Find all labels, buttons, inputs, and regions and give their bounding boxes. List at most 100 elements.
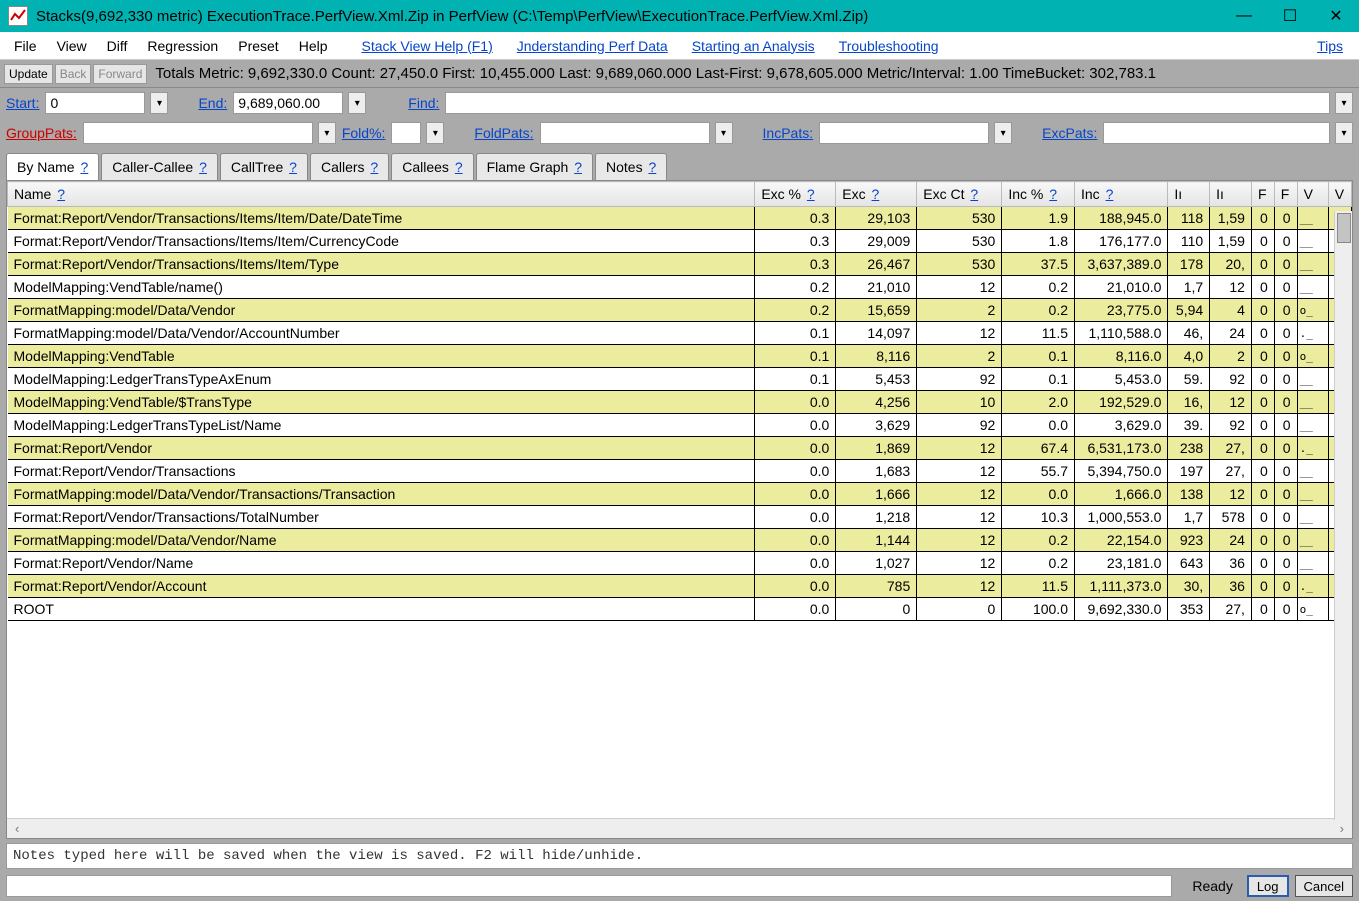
help-icon[interactable]: ?: [57, 186, 65, 202]
col-exc-pct[interactable]: Exc % ?: [755, 182, 836, 207]
maximize-button[interactable]: ☐: [1267, 0, 1313, 32]
table-row[interactable]: ROOT0.000100.09,692,330.035327,00o_: [8, 598, 1352, 621]
foldpats-label[interactable]: FoldPats:: [474, 125, 533, 141]
table-row[interactable]: Format:Report/Vendor/Transactions/TotalN…: [8, 506, 1352, 529]
start-dropdown[interactable]: ▾: [150, 92, 168, 114]
table-row[interactable]: ModelMapping:VendTable/$TransType0.04,25…: [8, 391, 1352, 414]
table-row[interactable]: ModelMapping:LedgerTransTypeAxEnum0.15,4…: [8, 368, 1352, 391]
menu-view[interactable]: View: [47, 38, 97, 54]
col-6[interactable]: Iı: [1168, 182, 1210, 207]
col-name[interactable]: Name ?: [8, 182, 755, 207]
tab-by-name[interactable]: By Name ?: [6, 153, 99, 180]
excpats-input[interactable]: [1103, 122, 1330, 144]
menu-diff[interactable]: Diff: [97, 38, 138, 54]
cancel-button[interactable]: Cancel: [1295, 875, 1353, 897]
table-row[interactable]: Format:Report/Vendor/Transactions/Items/…: [8, 230, 1352, 253]
menu-help[interactable]: Help: [289, 38, 338, 54]
help-icon[interactable]: ?: [199, 159, 207, 175]
grouppats-input[interactable]: [83, 122, 313, 144]
incpats-input[interactable]: [819, 122, 989, 144]
foldpct-input[interactable]: [391, 122, 421, 144]
help-icon[interactable]: ?: [80, 159, 88, 175]
grouppats-dropdown[interactable]: ▾: [318, 122, 336, 144]
tab-callees[interactable]: Callees ?: [391, 153, 473, 180]
col-7[interactable]: Iı: [1210, 182, 1252, 207]
help-icon[interactable]: ?: [872, 186, 880, 202]
end-dropdown[interactable]: ▾: [348, 92, 366, 114]
link-stack-view-help[interactable]: Stack View Help (F1): [350, 38, 505, 54]
menu-preset[interactable]: Preset: [228, 38, 288, 54]
status-input[interactable]: [6, 875, 1172, 897]
excpats-label[interactable]: ExcPats:: [1042, 125, 1097, 141]
minimize-button[interactable]: —: [1221, 0, 1267, 32]
tab-notes[interactable]: Notes ?: [595, 153, 667, 180]
foldpats-dropdown[interactable]: ▾: [715, 122, 733, 144]
table-row[interactable]: FormatMapping:model/Data/Vendor/Name0.01…: [8, 529, 1352, 552]
help-icon[interactable]: ?: [455, 159, 463, 175]
log-button[interactable]: Log: [1247, 875, 1289, 897]
vertical-scrollbar[interactable]: [1334, 211, 1352, 820]
table-row[interactable]: FormatMapping:model/Data/Vendor/AccountN…: [8, 322, 1352, 345]
table-row[interactable]: FormatMapping:model/Data/Vendor0.215,659…: [8, 299, 1352, 322]
find-dropdown[interactable]: ▾: [1335, 92, 1353, 114]
horizontal-scrollbar[interactable]: ‹›: [7, 818, 1352, 838]
menu-file[interactable]: File: [4, 38, 47, 54]
col-inc-pct[interactable]: Inc % ?: [1002, 182, 1075, 207]
col-exc-ct[interactable]: Exc Ct ?: [917, 182, 1002, 207]
table-row[interactable]: Format:Report/Vendor/Transactions/Items/…: [8, 207, 1352, 230]
results-table[interactable]: Name ? Exc % ? Exc ? Exc Ct ? Inc % ? In…: [7, 181, 1352, 621]
end-label[interactable]: End:: [198, 95, 227, 111]
table-row[interactable]: Format:Report/Vendor/Account0.07851211.5…: [8, 575, 1352, 598]
end-input[interactable]: [233, 92, 343, 114]
col-11[interactable]: V: [1328, 182, 1351, 207]
table-row[interactable]: Format:Report/Vendor/Transactions0.01,68…: [8, 460, 1352, 483]
col-10[interactable]: V: [1297, 182, 1328, 207]
foldpats-input[interactable]: [540, 122, 710, 144]
help-icon[interactable]: ?: [370, 159, 378, 175]
table-row[interactable]: ModelMapping:VendTable0.18,11620.18,116.…: [8, 345, 1352, 368]
foldpct-dropdown[interactable]: ▾: [426, 122, 444, 144]
link-understanding-perf[interactable]: Jnderstanding Perf Data: [505, 38, 680, 54]
incpats-label[interactable]: IncPats:: [763, 125, 814, 141]
notes-input[interactable]: [6, 843, 1353, 869]
table-row[interactable]: FormatMapping:model/Data/Vendor/Transact…: [8, 483, 1352, 506]
start-input[interactable]: [45, 92, 145, 114]
table-row[interactable]: Format:Report/Vendor0.01,8691267.46,531,…: [8, 437, 1352, 460]
col-inc[interactable]: Inc ?: [1075, 182, 1168, 207]
help-icon[interactable]: ?: [1049, 186, 1057, 202]
help-icon[interactable]: ?: [807, 186, 815, 202]
help-icon[interactable]: ?: [970, 186, 978, 202]
grouppats-label[interactable]: GroupPats:: [6, 125, 77, 141]
table-row[interactable]: Format:Report/Vendor/Transactions/Items/…: [8, 253, 1352, 276]
find-input[interactable]: [445, 92, 1330, 114]
forward-button[interactable]: Forward: [93, 64, 147, 84]
link-starting-analysis[interactable]: Starting an Analysis: [680, 38, 827, 54]
tab-callers[interactable]: Callers ?: [310, 153, 389, 180]
link-troubleshooting[interactable]: Troubleshooting: [827, 38, 951, 54]
table-row[interactable]: Format:Report/Vendor/Name0.01,027120.223…: [8, 552, 1352, 575]
table-row[interactable]: ModelMapping:VendTable/name()0.221,01012…: [8, 276, 1352, 299]
close-button[interactable]: ✕: [1313, 0, 1359, 32]
tab-flame-graph[interactable]: Flame Graph ?: [476, 153, 593, 180]
help-icon[interactable]: ?: [289, 159, 297, 175]
table-cell: 176,177.0: [1075, 230, 1168, 253]
menu-regression[interactable]: Regression: [137, 38, 228, 54]
back-button[interactable]: Back: [55, 64, 92, 84]
link-tips[interactable]: Tips: [1305, 38, 1355, 54]
col-8[interactable]: F: [1251, 182, 1274, 207]
help-icon[interactable]: ?: [1106, 186, 1114, 202]
start-label[interactable]: Start:: [6, 95, 39, 111]
foldpct-label[interactable]: Fold%:: [342, 125, 386, 141]
table-cell: 16,: [1168, 391, 1210, 414]
tab-calltree[interactable]: CallTree ?: [220, 153, 308, 180]
find-label[interactable]: Find:: [408, 95, 439, 111]
update-button[interactable]: Update: [4, 64, 53, 84]
table-row[interactable]: ModelMapping:LedgerTransTypeList/Name0.0…: [8, 414, 1352, 437]
help-icon[interactable]: ?: [574, 159, 582, 175]
excpats-dropdown[interactable]: ▾: [1335, 122, 1353, 144]
tab-caller-callee[interactable]: Caller-Callee ?: [101, 153, 218, 180]
col-9[interactable]: F: [1274, 182, 1297, 207]
help-icon[interactable]: ?: [648, 159, 656, 175]
col-exc[interactable]: Exc ?: [836, 182, 917, 207]
incpats-dropdown[interactable]: ▾: [994, 122, 1012, 144]
